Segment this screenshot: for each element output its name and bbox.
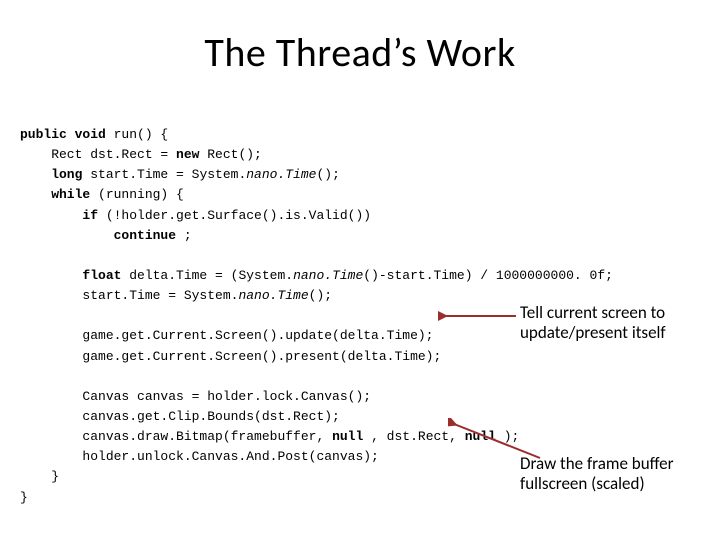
code-italic: nano.Time: [246, 167, 316, 182]
kw-null: null: [332, 429, 363, 444]
code-text: , dst.Rect,: [363, 429, 464, 444]
kw-new: new: [176, 147, 199, 162]
code-text: canvas.draw.Bitmap(framebuffer,: [20, 429, 332, 444]
code-italic: nano.Time: [293, 268, 363, 283]
kw-long: long: [20, 167, 82, 182]
code-text: delta.Time = (System.: [121, 268, 293, 283]
annotation-draw-framebuffer: Draw the frame buffer fullscreen (scaled…: [520, 454, 710, 493]
code-text: start.Time = System.: [20, 288, 238, 303]
code-line-canvas: Canvas canvas = holder.lock.Canvas();: [20, 389, 371, 404]
code-text: run() {: [106, 127, 168, 142]
slide: The Thread’s Work public void run() { Re…: [0, 0, 720, 540]
annotation-line: Draw the frame buffer: [520, 453, 674, 474]
code-line-clipbounds: canvas.get.Clip.Bounds(dst.Rect);: [20, 409, 340, 424]
code-text: ();: [309, 288, 332, 303]
code-line-present: game.get.Current.Screen().present(delta.…: [20, 349, 441, 364]
code-italic: nano.Time: [238, 288, 308, 303]
code-text: (!holder.get.Surface().is.Valid()): [98, 208, 371, 223]
code-text: ()-start.Time) / 1000000000. 0f;: [363, 268, 613, 283]
code-text: Rect dst.Rect =: [20, 147, 176, 162]
code-text: (running) {: [90, 187, 184, 202]
kw-float: float: [20, 268, 121, 283]
kw-continue: continue: [20, 228, 176, 243]
kw-public-void: public void: [20, 127, 106, 142]
kw-if: if: [20, 208, 98, 223]
kw-while: while: [20, 187, 90, 202]
code-brace: }: [20, 469, 59, 484]
code-line-unlock: holder.unlock.Canvas.And.Post(canvas);: [20, 449, 379, 464]
code-line-update: game.get.Current.Screen().update(delta.T…: [20, 328, 433, 343]
code-text: ;: [176, 228, 192, 243]
code-text: start.Time = System.: [82, 167, 246, 182]
code-block: public void run() { Rect dst.Rect = new …: [20, 125, 580, 508]
annotation-line: update/present itself: [520, 322, 666, 343]
code-text: Rect();: [199, 147, 261, 162]
kw-null: null: [465, 429, 496, 444]
code-brace: }: [20, 490, 28, 505]
annotation-line: fullscreen (scaled): [520, 473, 645, 494]
slide-title: The Thread’s Work: [0, 28, 720, 77]
annotation-update-present: Tell current screen to update/present it…: [520, 303, 710, 342]
code-text: );: [496, 429, 519, 444]
annotation-line: Tell current screen to: [520, 302, 665, 323]
code-text: ();: [316, 167, 339, 182]
